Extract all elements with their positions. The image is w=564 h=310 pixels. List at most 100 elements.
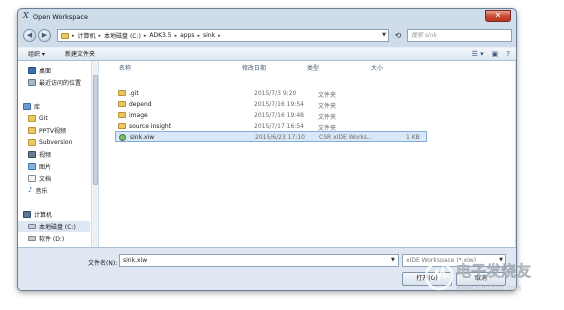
app-icon: X [23,11,29,20]
forward-button[interactable]: ▶ [38,29,51,42]
back-button[interactable]: ◀ [23,29,36,42]
address-bar[interactable]: ▸ 计算机 ▸ 本地磁盘 (C:) ▸ ADK3.5 ▸ apps ▸ sink… [57,29,389,42]
file-row-image[interactable]: image 2015/7/16 19:48 文件夹 [115,110,427,121]
navigation-pane: 桌面 最近访问的位置 库 Git PPTV视频 Subversion 视频 图片… [18,61,98,247]
search-input[interactable]: 搜索 sink [407,29,512,42]
desktop-icon [28,67,36,74]
file-row-git[interactable]: .git 2015/7/3 9:20 文件夹 [115,88,427,99]
file-name: depend [129,101,152,108]
window-title: Open Workspace [33,13,88,21]
folder-icon [118,101,126,107]
address-row: ◀ ▶ ▸ 计算机 ▸ 本地磁盘 (C:) ▸ ADK3.5 ▸ apps ▸ … [18,28,516,56]
folder-icon [118,123,126,129]
file-type-value: xIDE Workspace (*.xiw) [406,257,477,264]
sidebar-item-desktop[interactable]: 桌面 [18,65,90,76]
chevron-right-icon: ▸ [174,32,178,39]
file-date: 2015/7/17 16:54 [254,123,304,130]
file-row-sink-xiw[interactable]: sink.xiw 2015/6/23 17:10 CSR xIDE Works.… [115,131,427,142]
sidebar-item-local-disk-c[interactable]: 本地磁盘 (C:) [18,221,90,232]
file-date: 2015/7/16 19:48 [254,112,304,119]
sidebar-item-music[interactable]: ♪ 音乐 [18,185,90,196]
sidebar-item-label: Subversion [39,139,73,146]
new-folder-button[interactable]: 新建文件夹 [65,50,95,59]
file-list: 名称 修改日期 类型 大小 .git 2015/7/3 9:20 文件夹 dep… [99,61,515,247]
sidebar-item-label: PPTV视频 [39,128,67,135]
refresh-icon[interactable]: ⟲ [392,29,404,42]
chevron-down-icon: ▼ [499,257,503,263]
sidebar-item-documents[interactable]: 文档 [18,173,90,184]
breadcrumb-local-disk[interactable]: 本地磁盘 (C:) [104,31,141,40]
sidebar-item-pptv[interactable]: PPTV视频 [18,125,90,136]
file-date: 2015/7/16 19:54 [254,101,304,108]
recent-places-icon [28,79,36,86]
sidebar-item-drive-d[interactable]: 软件 (D:) [18,233,90,244]
sidebar-item-computer[interactable]: 计算机 [18,209,90,220]
file-type: CSR xIDE Works... [319,134,373,141]
sidebar-item-label: 桌面 [39,68,52,75]
music-icon: ♪ [28,186,33,194]
file-name: image [129,112,148,119]
sidebar-item-label: 文档 [39,176,52,183]
cancel-button[interactable]: 取消 [456,272,506,286]
address-dropdown-icon[interactable]: ▼ [379,29,389,42]
filename-input[interactable]: sink.xiw [119,254,399,267]
folder-icon [28,127,36,134]
chevron-down-icon[interactable]: ▼ [391,254,399,267]
picture-icon [28,163,36,170]
file-type: 文件夹 [318,114,337,121]
sidebar-item-git[interactable]: Git [18,113,90,124]
sidebar-item-label: 音乐 [35,188,48,195]
sidebar-item-recent[interactable]: 最近访问的位置 [18,77,90,88]
video-icon [28,151,36,158]
folder-icon [118,90,126,96]
column-header-size[interactable]: 大小 [371,63,383,72]
preview-pane-icon[interactable]: ▣ [492,50,499,58]
sidebar-item-label: 最近访问的位置 [39,80,82,87]
sidebar-item-pictures[interactable]: 图片 [18,161,90,172]
title-bar[interactable]: X Open Workspace ✕ [18,9,516,25]
close-button[interactable]: ✕ [485,10,511,22]
file-size: 1 KB [406,134,420,141]
drive-icon [28,224,36,229]
sidebar-item-label: 计算机 [34,212,53,219]
file-date: 2015/6/23 17:10 [255,134,305,141]
open-button[interactable]: 打开(O) [402,272,452,286]
file-date: 2015/7/3 9:20 [254,90,297,97]
breadcrumb-sink[interactable]: sink [203,32,215,39]
file-type-select[interactable]: xIDE Workspace (*.xiw) ▼ [402,254,506,267]
chevron-right-icon: ▸ [218,32,221,39]
breadcrumb-adk[interactable]: ADK3.5 [149,32,171,39]
folder-icon [61,32,69,39]
breadcrumb-computer[interactable]: 计算机 [78,31,96,40]
filename-label: 文件名(N): [88,260,118,267]
column-header-date[interactable]: 修改日期 [242,63,266,72]
chevron-right-icon: ▸ [197,32,201,39]
sidebar-scrollbar[interactable] [91,61,98,247]
file-name: sink.xiw [130,134,155,141]
view-options-icon[interactable]: ☰ ▾ [472,50,484,58]
sidebar-item-libraries[interactable]: 库 [18,101,90,112]
computer-icon [23,211,31,218]
sidebar-item-videos[interactable]: 视频 [18,149,90,160]
breadcrumb-apps[interactable]: apps [180,32,194,39]
help-icon[interactable]: ? [506,50,510,58]
chevron-right-icon: ▸ [72,32,75,39]
file-name: source insight [129,123,172,130]
file-type: 文件夹 [318,103,337,110]
column-header-type[interactable]: 类型 [307,63,319,72]
column-header-name[interactable]: 名称 [119,63,131,72]
folder-icon [28,139,36,146]
sidebar-item-label: 视频 [39,152,52,159]
sidebar-item-subversion[interactable]: Subversion [18,137,90,148]
file-type: 文件夹 [318,92,337,99]
file-row-depend[interactable]: depend 2015/7/16 19:54 文件夹 [115,99,427,110]
workspace-file-icon [119,134,126,141]
folder-icon [28,115,36,122]
library-icon [23,103,31,110]
document-icon [28,175,36,182]
file-name: .git [129,90,139,97]
organize-menu[interactable]: 组织 ▾ [28,50,45,59]
command-toolbar: 组织 ▾ 新建文件夹 ☰ ▾ ▣ ? [18,47,516,61]
scrollbar-thumb[interactable] [93,75,98,185]
chevron-right-icon: ▸ [98,32,102,39]
